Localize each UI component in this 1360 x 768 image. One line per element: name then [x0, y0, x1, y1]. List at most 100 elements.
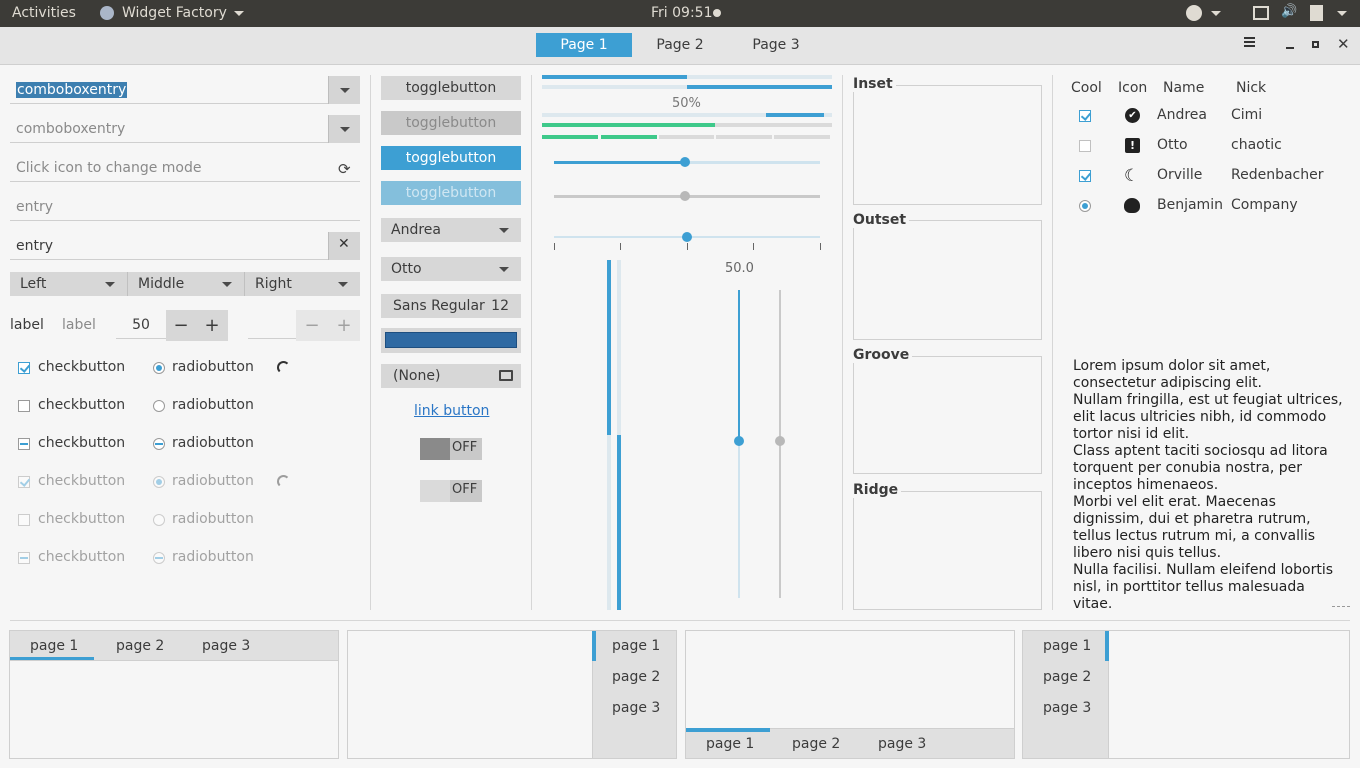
close-icon[interactable]: ✕: [1337, 35, 1350, 53]
notebook-tab[interactable]: page 3: [612, 700, 660, 716]
app-menu[interactable]: Widget Factory: [122, 5, 227, 21]
checkbox-label[interactable]: checkbutton: [38, 359, 125, 375]
system-top-bar: Activities Widget Factory Fri 09:51 🔊: [0, 0, 1360, 27]
face-icon: [1124, 198, 1140, 213]
combo-otto[interactable]: Otto: [381, 257, 521, 281]
notebook-tab[interactable]: page 1: [1043, 638, 1091, 654]
checkbox-label[interactable]: checkbutton: [38, 397, 125, 413]
maximize-icon[interactable]: [1312, 41, 1319, 48]
toggle-button-active[interactable]: togglebutton: [381, 146, 521, 170]
spin-minus-button[interactable]: −: [166, 310, 196, 341]
checkbox-label[interactable]: checkbutton: [38, 435, 125, 451]
column-header-nick[interactable]: Nick: [1236, 80, 1266, 96]
radio-label: radiobutton: [172, 511, 254, 527]
spin-plus-button[interactable]: +: [196, 310, 228, 341]
switch-1[interactable]: OFF: [420, 438, 482, 460]
frame-groove-title: Groove: [853, 347, 913, 363]
radio-label[interactable]: radiobutton: [172, 359, 254, 375]
frame-groove: [853, 356, 1042, 474]
tick-mark: [687, 243, 688, 250]
chevron-down-icon: [1211, 11, 1221, 16]
radio-selected[interactable]: [153, 362, 165, 374]
switch-label: OFF: [452, 482, 478, 497]
text-view[interactable]: Lorem ipsum dolor sit amet, consectetur a…: [1073, 358, 1343, 610]
spin-value[interactable]: 50: [116, 311, 166, 339]
tab-page-1[interactable]: Page 1: [536, 33, 632, 57]
vslider-1-knob[interactable]: [734, 436, 744, 446]
segment-right[interactable]: Right: [244, 272, 360, 296]
text-view-line: Nullam fringilla, est ut feugiat ultrice…: [1073, 392, 1343, 408]
notebook-tab[interactable]: page 2: [1043, 669, 1091, 685]
slider-3-knob[interactable]: [682, 232, 692, 242]
column-header-cool[interactable]: Cool: [1071, 80, 1102, 96]
combo-entry-1[interactable]: comboboxentry: [10, 76, 328, 104]
tab-page-2[interactable]: Page 2: [632, 33, 728, 57]
combo-andrea[interactable]: Andrea: [381, 218, 521, 242]
checkbox-unchecked[interactable]: [18, 400, 30, 412]
notebook-tab[interactable]: page 1: [612, 638, 660, 654]
entry-field[interactable]: entry: [10, 232, 328, 260]
checkbox-label: checkbutton: [38, 549, 126, 565]
column-separator: [1052, 75, 1053, 610]
color-button[interactable]: [381, 328, 521, 353]
link-button[interactable]: link button: [414, 403, 489, 419]
notebook-tab[interactable]: page 3: [1043, 700, 1091, 716]
notebook-tab[interactable]: page 3: [878, 736, 926, 752]
font-button[interactable]: Sans Regular 12: [381, 294, 521, 318]
battery-icon[interactable]: [1310, 5, 1323, 21]
notebook-tab[interactable]: page 2: [116, 638, 164, 654]
row-cool-checkbox[interactable]: [1079, 170, 1091, 182]
screen-icon[interactable]: [1253, 6, 1269, 20]
notebook-tab[interactable]: page 1: [30, 638, 78, 654]
slider-1-knob[interactable]: [680, 157, 690, 167]
row-cool-checkbox[interactable]: [1079, 110, 1091, 122]
text-view-line: torquent per conubia nostra, per: [1073, 460, 1302, 476]
combo-entry-2-dropdown[interactable]: [328, 115, 360, 143]
combo-entry-2[interactable]: comboboxentry: [10, 115, 328, 143]
chevron-down-icon: [1337, 11, 1347, 16]
radio-unselected[interactable]: [153, 400, 165, 412]
notebook-tab[interactable]: page 3: [202, 638, 250, 654]
notebook-tab[interactable]: page 2: [792, 736, 840, 752]
clock[interactable]: Fri 09:51: [651, 5, 712, 21]
activities-button[interactable]: Activities: [12, 5, 76, 21]
column-header-icon[interactable]: Icon: [1118, 80, 1147, 96]
font-size: 12: [491, 298, 509, 314]
refresh-icon[interactable]: ⟳: [338, 160, 351, 178]
checkbox-mixed[interactable]: [18, 438, 30, 450]
row-name: Andrea: [1157, 107, 1207, 123]
text-view-line: libero nisi quis tellus.: [1073, 545, 1222, 561]
radio-label[interactable]: radiobutton: [172, 397, 254, 413]
column-header-name[interactable]: Name: [1163, 80, 1204, 96]
accessibility-icon[interactable]: [1186, 5, 1202, 21]
switch-2[interactable]: OFF: [420, 480, 482, 502]
header-bar: Page 1 Page 2 Page 3 ✕: [0, 27, 1360, 65]
file-chooser-label: (None): [393, 368, 441, 384]
row-cool-checkbox[interactable]: [1079, 140, 1091, 152]
segment-left[interactable]: Left: [10, 272, 127, 296]
combo-entry-1-dropdown[interactable]: [328, 76, 360, 104]
icon-entry[interactable]: Click icon to change mode: [10, 154, 360, 182]
file-chooser-button[interactable]: (None): [381, 364, 521, 388]
tab-page-3[interactable]: Page 3: [728, 33, 824, 57]
volume-icon[interactable]: 🔊: [1281, 4, 1297, 19]
menu-icon[interactable]: [1244, 37, 1255, 47]
row-cool-radio[interactable]: [1079, 200, 1091, 212]
notebook-tab[interactable]: page 2: [612, 669, 660, 685]
text-view-line: Nulla facilisi. Nullam eleifend lobortis: [1073, 562, 1333, 578]
chevron-down-icon: [234, 11, 244, 16]
entry-placeholder[interactable]: entry: [10, 193, 360, 221]
toggle-button[interactable]: togglebutton: [381, 76, 521, 100]
checkbox-unchecked-disabled: [18, 514, 30, 526]
radio-mixed[interactable]: [153, 438, 165, 450]
checkbox-label: checkbutton: [38, 473, 126, 489]
segment-middle[interactable]: Middle: [127, 272, 244, 296]
notebook-top-tabs: page 1 page 2 page 3: [9, 630, 339, 759]
minimize-icon[interactable]: [1286, 47, 1294, 49]
text-view-line: Morbi vel elit erat. Maecenas: [1073, 494, 1276, 510]
checkbox-checked[interactable]: [18, 362, 30, 374]
notebook-tab[interactable]: page 1: [706, 736, 754, 752]
row-name: Orville: [1157, 167, 1203, 183]
tick-mark: [753, 243, 754, 250]
radio-label[interactable]: radiobutton: [172, 435, 254, 451]
